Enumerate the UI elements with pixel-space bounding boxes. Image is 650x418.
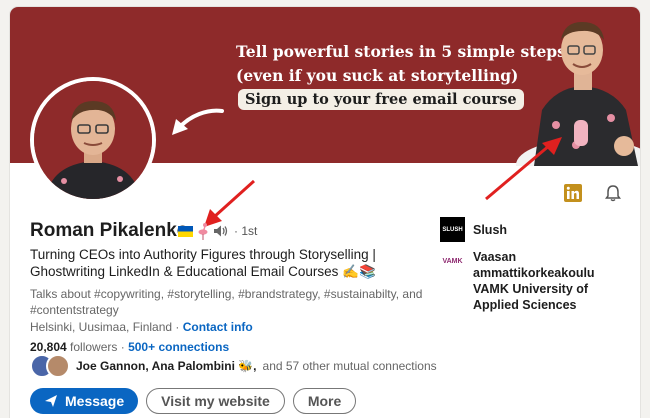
slush-logo: SLUSH xyxy=(440,217,465,242)
profile-name: Roman Pikalenko xyxy=(30,220,189,241)
profile-avatar[interactable] xyxy=(30,77,156,203)
profile-headline: Turning CEOs into Authority Figures thro… xyxy=(30,247,376,279)
message-label: Message xyxy=(65,393,125,409)
mutual-names: Joe Gannon, Ana Palombini 🐝, xyxy=(76,359,257,373)
banner-headline-2: (even if you suck at storytelling) xyxy=(236,66,519,85)
bell-icon[interactable] xyxy=(604,184,622,202)
avatar xyxy=(46,354,70,378)
org-name: Vaasan ammattikorkeakoulu VAMK Universit… xyxy=(473,250,595,312)
visit-website-button[interactable]: Visit my website xyxy=(146,388,285,414)
followers-row: 20,804 followers · 500+ connections xyxy=(30,340,229,354)
org-vamk[interactable]: VAMK Vaasan ammattikorkeakoulu VAMK Univ… xyxy=(440,249,633,313)
curved-arrow-icon xyxy=(172,108,224,135)
profile-actions: Message Visit my website More xyxy=(30,388,357,414)
more-button[interactable]: More xyxy=(292,388,357,414)
vamk-logo: VAMK xyxy=(440,249,465,274)
profile-location-row: Helsinki, Uusimaa, Finland · Contact inf… xyxy=(30,320,253,334)
connections-link[interactable]: 500+ connections xyxy=(128,340,229,354)
flamingo-icon xyxy=(198,223,208,240)
send-icon xyxy=(45,395,57,407)
mutual-rest: and 57 other mutual connections xyxy=(262,359,437,373)
followers-count: 20,804 xyxy=(30,340,67,354)
mutual-connections[interactable]: Joe Gannon, Ana Palombini 🐝, and 57 othe… xyxy=(30,354,437,378)
speaker-icon[interactable] xyxy=(213,224,229,238)
org-slush[interactable]: SLUSH Slush xyxy=(440,217,507,242)
connection-degree: · 1st xyxy=(234,224,258,238)
profile-talks-about: Talks about #copywriting, #storytelling,… xyxy=(30,287,423,317)
org-name: Slush xyxy=(473,223,508,237)
message-button[interactable]: Message xyxy=(30,388,139,414)
ukraine-flag-icon xyxy=(178,225,193,237)
banner-cta: Sign up to your free email course xyxy=(238,89,524,110)
profile-location: Helsinki, Uusimaa, Finland · xyxy=(30,320,180,334)
mutual-avatars xyxy=(30,354,70,378)
profile-photo xyxy=(34,81,152,199)
linkedin-icon[interactable] xyxy=(564,184,582,202)
red-annotation-arrow-icon xyxy=(485,137,562,201)
contact-info-link[interactable]: Contact info xyxy=(183,320,253,334)
profile-card: Tell powerful stories in 5 simple steps … xyxy=(10,7,640,418)
followers-label: followers · xyxy=(70,340,125,354)
name-badges: · 1st xyxy=(178,221,257,241)
